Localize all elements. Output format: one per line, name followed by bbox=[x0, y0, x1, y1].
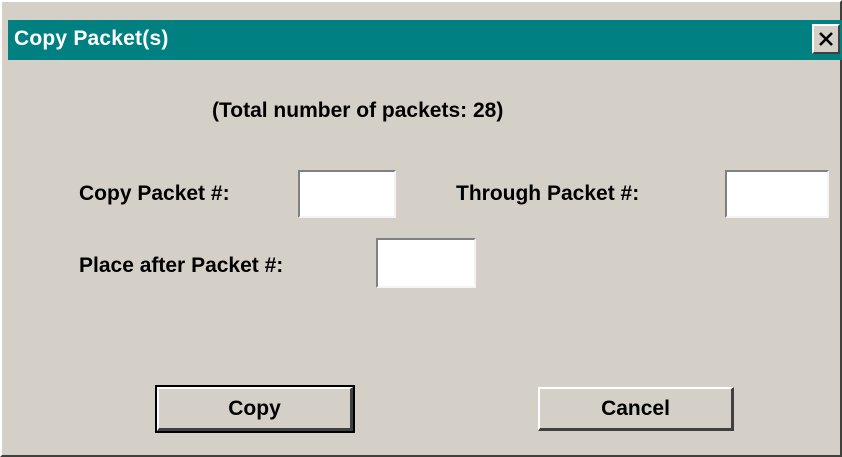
through-packet-input[interactable] bbox=[725, 170, 829, 218]
copy-packet-input[interactable] bbox=[298, 170, 396, 218]
copy-packet-label: Copy Packet #: bbox=[79, 182, 230, 205]
close-button[interactable] bbox=[812, 24, 840, 54]
place-after-label: Place after Packet #: bbox=[79, 254, 284, 277]
place-after-input[interactable] bbox=[376, 238, 476, 288]
window-title: Copy Packet(s) bbox=[14, 27, 169, 50]
close-icon bbox=[819, 32, 833, 46]
cancel-button[interactable]: Cancel bbox=[538, 387, 734, 431]
cancel-button-label: Cancel bbox=[601, 396, 670, 420]
total-packets-text: (Total number of packets: 28) bbox=[212, 99, 504, 122]
copy-button-label: Copy bbox=[228, 396, 281, 420]
through-packet-label: Through Packet #: bbox=[456, 182, 640, 205]
copy-packets-dialog: Copy Packet(s) (Total number of packets:… bbox=[0, 0, 842, 457]
title-bar[interactable]: Copy Packet(s) bbox=[8, 20, 842, 60]
copy-button[interactable]: Copy bbox=[155, 385, 355, 433]
